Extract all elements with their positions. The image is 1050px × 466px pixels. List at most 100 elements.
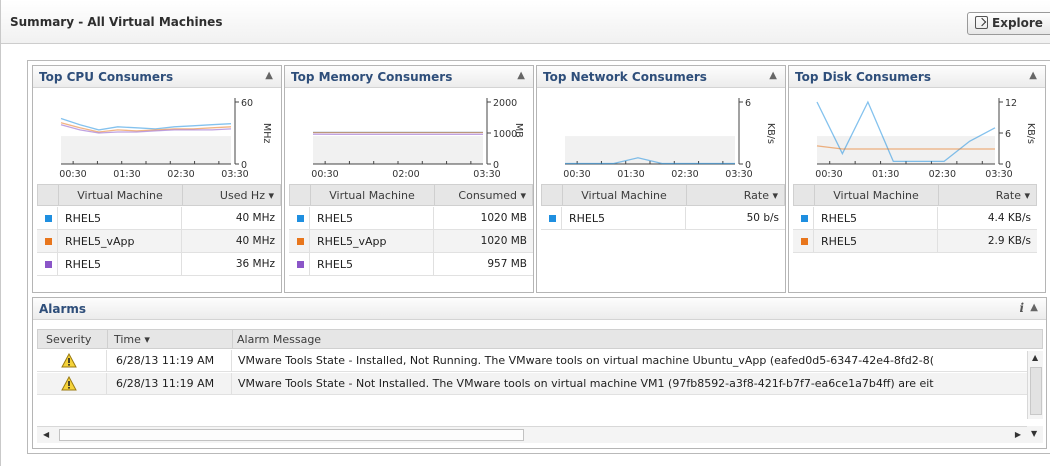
table-row[interactable]: RHEL5 2.9 KB/s <box>793 230 1037 253</box>
table-row[interactable]: RHEL5 50 b/s <box>541 207 785 230</box>
explore-button[interactable]: Explore <box>967 12 1050 35</box>
x-tick-label: 00:30 <box>311 169 338 180</box>
alarm-time: 6/28/13 11:19 AM <box>116 354 215 367</box>
alarm-message: VMware Tools State - Installed, Not Runn… <box>238 354 935 367</box>
metric-value: 36 MHz <box>235 258 275 270</box>
scroll-thumb[interactable] <box>1030 367 1042 415</box>
y-axis-label: KB/s <box>1025 123 1036 144</box>
cpu-consumers-panel: Top CPU Consumers ▲ 60 0 MHz 00:30 01:30 02:30… <box>32 65 282 293</box>
info-icon[interactable]: i <box>1019 301 1024 315</box>
alarms-header: Alarms i ▲ <box>33 298 1046 320</box>
collapse-icon[interactable]: ▲ <box>1029 70 1037 81</box>
series-color-swatch <box>45 238 52 245</box>
x-tick-label: 02:30 <box>167 169 194 180</box>
metric-value: 1020 MB <box>480 235 527 247</box>
scroll-down-icon[interactable]: ▼ <box>1031 429 1037 438</box>
vm-name: RHEL5 <box>821 212 857 225</box>
collapse-icon[interactable]: ▲ <box>769 70 777 81</box>
y-tick-label: 6 <box>1005 129 1011 140</box>
vertical-scrollbar[interactable]: ▲ <box>1027 351 1043 419</box>
grid-header: Virtual Machine Used Hz ▾ <box>37 184 281 206</box>
column-header-virtual-machine[interactable]: Virtual Machine <box>820 189 932 202</box>
cpu-chart: 600MHz00:30 01:30 02:30 03:30 <box>59 98 272 180</box>
page-title: Summary - All Virtual Machines <box>10 15 223 29</box>
x-tick-label: 03:30 <box>473 169 500 180</box>
x-tick-label: 03:30 <box>985 169 1012 180</box>
alarms-panel: Alarms i ▲ Severity Time ▾ Alarm Message… <box>32 297 1047 449</box>
column-header-virtual-machine[interactable]: Virtual Machine <box>568 189 680 202</box>
column-header-used-hz[interactable]: Used Hz ▾ <box>220 189 274 202</box>
series-color-swatch <box>45 261 52 268</box>
metric-value: 4.4 KB/s <box>987 212 1031 224</box>
panel-title: Top Memory Consumers <box>291 70 453 84</box>
vm-name: RHEL5 <box>65 258 101 271</box>
scroll-thumb[interactable] <box>59 429 524 441</box>
series-color-swatch <box>801 215 808 222</box>
y-tick-label: 6 <box>745 98 751 109</box>
table-row[interactable]: RHEL5 4.4 KB/s <box>793 207 1037 230</box>
column-header-severity[interactable]: Severity <box>46 333 91 346</box>
column-header-consumed[interactable]: Consumed ▾ <box>458 189 526 202</box>
scroll-left-icon[interactable]: ◀ <box>43 430 49 439</box>
alarm-row[interactable]: 6/28/13 11:19 AM VMware Tools State - Ins… <box>37 350 1027 372</box>
plot-band <box>61 136 231 164</box>
table-row[interactable]: RHEL5_vApp 40 MHz <box>37 230 281 253</box>
x-tick-label: 02:30 <box>671 169 698 180</box>
warning-icon <box>61 353 77 368</box>
collapse-icon[interactable]: ▲ <box>265 70 273 81</box>
scroll-up-icon[interactable]: ▲ <box>1032 353 1038 362</box>
plot-band <box>313 136 483 164</box>
column-header-alarm-message[interactable]: Alarm Message <box>237 333 321 346</box>
alarm-row[interactable]: 6/28/13 11:19 AM VMware Tools State - Not… <box>37 373 1027 395</box>
network-chart: 60KB/s00:30 01:30 02:30 03:30 <box>563 98 776 180</box>
metric-value: 1020 MB <box>480 212 527 224</box>
column-header-virtual-machine[interactable]: Virtual Machine <box>64 189 176 202</box>
table-row[interactable]: RHEL5 40 MHz <box>37 207 281 230</box>
dashboard-container: Top CPU Consumers ▲ 60 0 MHz 00:30 01:30 02:30… <box>27 60 1050 454</box>
disk-consumers-panel: Top Disk Consumers ▲ 12 6 0 KB/s 00:30 01:30 02… <box>788 65 1046 293</box>
vm-name: RHEL5 <box>65 212 101 225</box>
grid-header: Virtual Machine Rate ▾ <box>541 184 785 206</box>
collapse-icon[interactable]: ▲ <box>517 70 525 81</box>
table-row[interactable]: RHEL5_vApp 1020 MB <box>289 230 533 253</box>
grid-header: Virtual Machine Rate ▾ <box>793 184 1037 206</box>
y-axis-label: MHz <box>261 123 272 143</box>
series-color-swatch <box>297 238 304 245</box>
explore-label: Explore <box>992 16 1043 30</box>
horizontal-scrollbar[interactable]: ◀ ▶ <box>37 426 1027 443</box>
vm-name: RHEL5 <box>317 212 353 225</box>
table-row[interactable]: RHEL5 1020 MB <box>289 207 533 230</box>
memory-chart: 200010000MB00:30 02:00 03:30 <box>311 98 524 180</box>
column-header-virtual-machine[interactable]: Virtual Machine <box>316 189 428 202</box>
series-color-swatch <box>801 238 808 245</box>
plot-band <box>565 136 735 164</box>
metric-value: 40 MHz <box>235 235 275 247</box>
column-header-rate[interactable]: Rate ▾ <box>744 189 778 202</box>
series-color-swatch <box>297 215 304 222</box>
collapse-icon[interactable]: ▲ <box>1030 302 1038 313</box>
panel-header: Top Network Consumers ▲ <box>537 66 785 88</box>
network-consumers-panel: Top Network Consumers ▲ 6 0 KB/s 00:30 01:30 0… <box>536 65 786 293</box>
disk-chart: 1260KB/s00:30 01:30 02:30 03:30 <box>815 98 1036 180</box>
alarms-grid-header: Severity Time ▾ Alarm Message <box>37 329 1043 349</box>
grid-header: Virtual Machine Consumed ▾ <box>289 184 533 206</box>
series-color-swatch <box>549 215 556 222</box>
warning-icon <box>61 376 77 391</box>
table-row[interactable]: RHEL5 36 MHz <box>37 253 281 276</box>
column-header-time[interactable]: Time ▾ <box>114 333 150 346</box>
x-tick-label: 00:30 <box>59 169 86 180</box>
y-tick-label: 12 <box>1005 98 1017 109</box>
panel-header: Top CPU Consumers ▲ <box>33 66 281 88</box>
x-tick-label: 01:30 <box>617 169 644 180</box>
scroll-right-icon[interactable]: ▶ <box>1015 430 1021 439</box>
x-tick-label: 02:30 <box>929 169 956 180</box>
column-header-rate[interactable]: Rate ▾ <box>996 189 1030 202</box>
explore-icon <box>975 16 988 29</box>
series-color-swatch <box>297 261 304 268</box>
alarm-time: 6/28/13 11:19 AM <box>116 377 215 390</box>
x-tick-label: 00:30 <box>815 169 842 180</box>
scroll-down-button[interactable]: ▼ <box>1027 426 1043 443</box>
vm-name: RHEL5 <box>821 235 857 248</box>
table-row[interactable]: RHEL5 957 MB <box>289 253 533 276</box>
x-tick-label: 03:30 <box>221 169 248 180</box>
